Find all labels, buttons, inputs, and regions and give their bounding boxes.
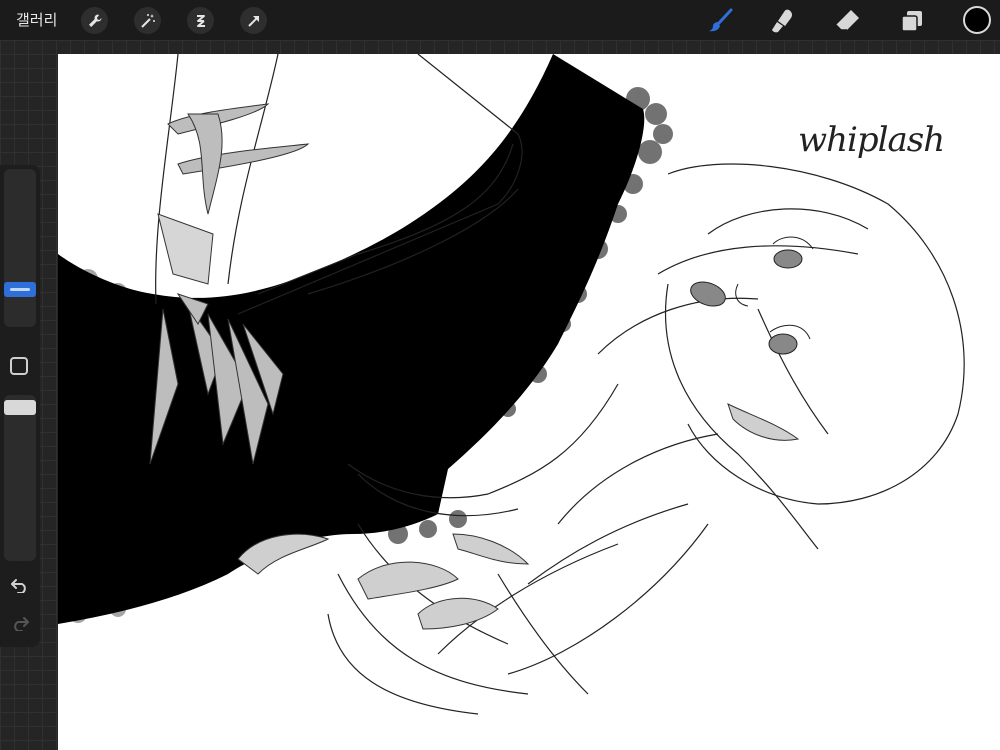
smudge-tool[interactable]: [768, 6, 798, 36]
top-toolbar: 갤러리: [0, 0, 1000, 40]
brush-size-slider[interactable]: [4, 169, 36, 327]
undo-icon: [11, 579, 26, 593]
actions-button[interactable]: [81, 7, 108, 34]
smudge-icon: [772, 9, 793, 33]
modify-square-icon[interactable]: [10, 357, 28, 375]
brush-tool[interactable]: [705, 6, 735, 36]
magic-wand-icon: [140, 13, 155, 28]
transform-button[interactable]: [240, 7, 267, 34]
eraser-tool[interactable]: [832, 6, 862, 36]
layers-icon: [901, 11, 922, 32]
drawing-canvas[interactable]: whiplash: [58, 54, 1000, 750]
brush-icon: [709, 8, 733, 32]
gallery-button[interactable]: 갤러리: [16, 9, 57, 30]
selection-icon: [196, 14, 205, 27]
brush-size-thumb[interactable]: [4, 282, 36, 297]
undo-button[interactable]: [6, 573, 34, 597]
redo-icon: [14, 617, 29, 631]
opacity-slider[interactable]: [4, 395, 36, 561]
handwritten-title: whiplash: [798, 120, 945, 160]
left-sidebar: [0, 165, 40, 647]
color-picker-button[interactable]: [963, 6, 991, 34]
selection-button[interactable]: [187, 7, 214, 34]
wrench-icon: [88, 14, 101, 27]
opacity-thumb[interactable]: [4, 400, 36, 415]
transform-arrow-icon: [247, 15, 259, 27]
redo-button[interactable]: [6, 611, 34, 635]
adjustments-button[interactable]: [134, 7, 161, 34]
eraser-icon: [835, 10, 859, 31]
layers-button[interactable]: [897, 6, 927, 36]
